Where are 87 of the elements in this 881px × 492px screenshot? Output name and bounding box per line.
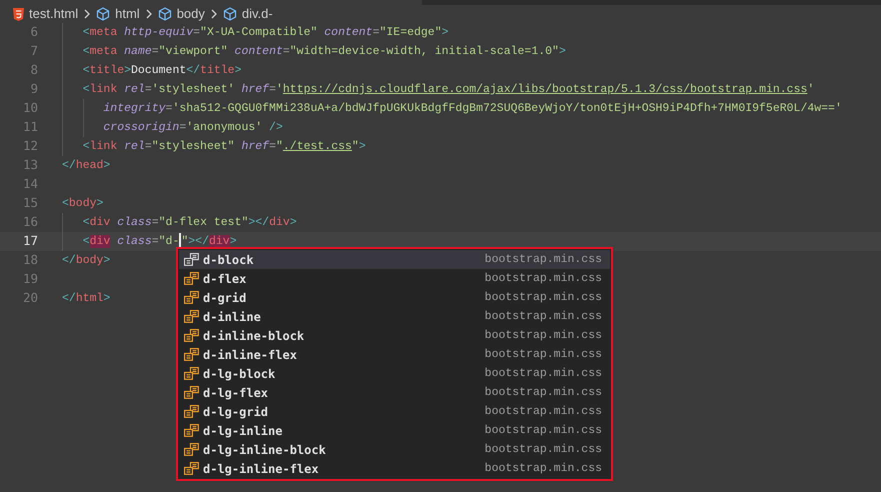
suggestion-source: bootstrap.min.css	[484, 308, 602, 325]
suggestion-source: bootstrap.min.css	[484, 346, 602, 363]
class-property-icon	[184, 462, 199, 475]
line-number: 7	[29, 42, 38, 60]
code-line: <body>	[62, 196, 104, 212]
line-number: 15	[22, 194, 38, 212]
line-number: 8	[29, 61, 38, 80]
suggestion-label: d-lg-block	[203, 366, 276, 382]
suggestion-source: bootstrap.min.css	[484, 422, 602, 439]
suggestion-item[interactable]: d-lg-block bootstrap.min.css	[179, 364, 610, 383]
breadcrumb-item[interactable]: test.html	[29, 4, 78, 24]
suggestion-label: d-grid	[203, 290, 246, 306]
line-number: 12	[22, 137, 38, 156]
class-property-icon	[184, 272, 199, 285]
breadcrumb-item[interactable]: body	[176, 4, 205, 24]
suggestion-label: d-lg-inline-flex	[203, 460, 319, 478]
line-number: 17	[22, 232, 38, 250]
code-line: <meta name="viewport" content="width=device-width, initial-scale=1.0">	[82, 44, 566, 60]
suggestion-source: bootstrap.min.css	[484, 290, 602, 306]
suggestion-label: d-lg-grid	[203, 404, 268, 420]
line-number: 14	[22, 175, 38, 194]
suggestion-item[interactable]: d-inline-block bootstrap.min.css	[179, 326, 610, 345]
suggestion-label: d-block	[203, 252, 254, 268]
line-number: 18	[22, 251, 38, 270]
code-line: <title>Document</title>	[82, 63, 242, 79]
suggestion-source: bootstrap.min.css	[484, 366, 602, 382]
class-property-icon	[184, 291, 199, 304]
line-number: 10	[22, 99, 38, 118]
code-line: <meta http-equiv="X-UA-Compatible" content="IE=edge">	[82, 25, 449, 41]
suggestion-label: d-lg-inline	[203, 422, 282, 440]
suggestion-item[interactable]: d-inline-flex bootstrap.min.css	[179, 345, 610, 364]
suggestion-item[interactable]: d-lg-inline-flex bootstrap.min.css	[179, 459, 610, 478]
suggestion-label: d-inline	[203, 308, 261, 326]
class-property-icon	[184, 367, 199, 380]
chevron-right-icon	[210, 9, 218, 19]
class-property-icon	[184, 405, 199, 418]
suggestion-item[interactable]: d-lg-inline bootstrap.min.css	[179, 421, 610, 440]
line-number: 6	[29, 23, 38, 42]
suggestion-item[interactable]: d-block bootstrap.min.css	[179, 250, 610, 269]
code-line: <link rel='stylesheet' href='https://cdnjs.cloudflare.com/ajax/libs/bootstrap/5.1.3/css/bootstrap.min.css'	[82, 82, 814, 98]
suggestion-source: bootstrap.min.css	[484, 328, 602, 344]
suggestion-item[interactable]: d-flex bootstrap.min.css	[179, 269, 610, 288]
class-property-icon	[184, 310, 199, 323]
class-property-icon	[184, 253, 199, 266]
line-number: 11	[22, 118, 38, 136]
suggestion-source: bootstrap.min.css	[484, 404, 602, 420]
suggestion-label: d-inline-flex	[203, 346, 297, 364]
breadcrumb-item[interactable]: div.d-	[242, 4, 273, 24]
suggestion-item[interactable]: d-grid bootstrap.min.css	[179, 288, 610, 307]
suggestion-label: d-inline-block	[203, 328, 304, 344]
suggestion-item[interactable]: d-inline bootstrap.min.css	[179, 307, 610, 326]
class-property-icon	[184, 443, 199, 456]
line-number: 19	[22, 270, 38, 288]
class-property-icon	[184, 424, 199, 437]
cube-icon	[222, 7, 237, 21]
chevron-right-icon	[144, 9, 153, 19]
line-number: 9	[29, 80, 38, 98]
suggestion-source: bootstrap.min.css	[484, 384, 602, 401]
chevron-right-icon	[83, 9, 92, 19]
html5-icon	[13, 8, 24, 20]
suggestion-source: bootstrap.min.css	[484, 270, 602, 287]
breadcrumb-item[interactable]: html	[115, 4, 140, 24]
suggestion-label: d-lg-inline-block	[203, 442, 326, 458]
code-line: <link rel="stylesheet" href="./test.css">	[82, 139, 366, 155]
text-cursor	[179, 233, 182, 248]
code-line: crossorigin='anonymous' />	[103, 120, 283, 136]
suggestion-item[interactable]: d-lg-flex bootstrap.min.css	[179, 383, 610, 402]
suggestion-source: bootstrap.min.css	[484, 252, 602, 268]
line-number: 13	[22, 156, 38, 174]
suggestion-source: bootstrap.min.css	[484, 442, 602, 458]
suggestion-item[interactable]: d-lg-inline-block bootstrap.min.css	[179, 440, 610, 459]
cube-icon	[96, 7, 110, 21]
line-number: 20	[22, 289, 38, 308]
code-line: </body>	[62, 253, 110, 269]
suggestion-label: d-flex	[203, 270, 246, 288]
code-line: <div class="d-flex test"></div>	[82, 215, 297, 231]
cube-icon	[158, 7, 172, 21]
suggestion-label: d-lg-flex	[203, 384, 268, 402]
class-property-icon	[184, 329, 199, 342]
suggestion-source: bootstrap.min.css	[484, 460, 602, 477]
class-property-icon	[184, 386, 199, 399]
line-number: 16	[22, 213, 38, 232]
suggestion-item[interactable]: d-lg-grid bootstrap.min.css	[179, 402, 610, 421]
code-line: </html>	[62, 291, 110, 307]
class-property-icon	[184, 348, 199, 361]
code-line: </head>	[62, 158, 110, 174]
code-line: integrity='sha512-GQGU0fMMi238uA+a/bdWJfpUGKUkBdgfFdgBm72SUQ6BeyWjoY/ton0tEjH+OSH9iP4Dfh+7HM0I9f5eR0L/4w=='	[103, 101, 842, 117]
